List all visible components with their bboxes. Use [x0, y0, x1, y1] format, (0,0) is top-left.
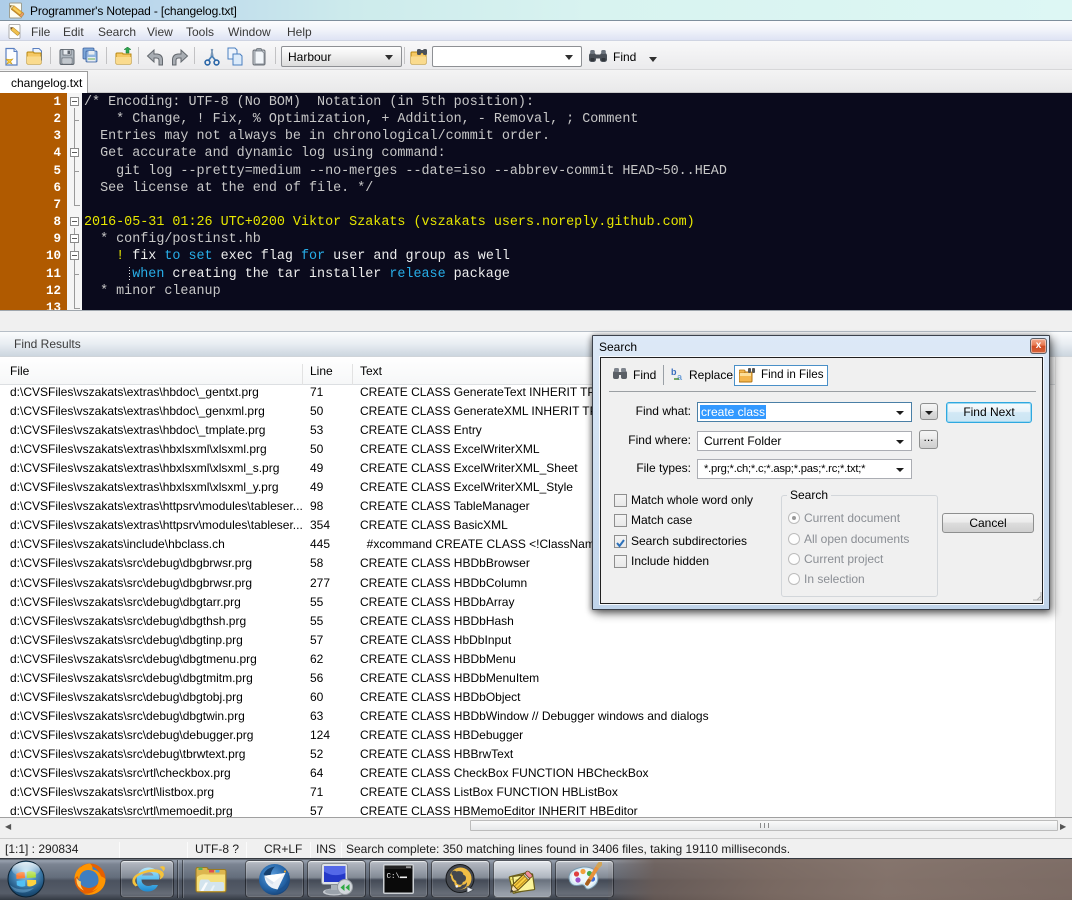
- svg-text:a: a: [677, 372, 683, 382]
- svg-text:C:\: C:\: [387, 873, 401, 881]
